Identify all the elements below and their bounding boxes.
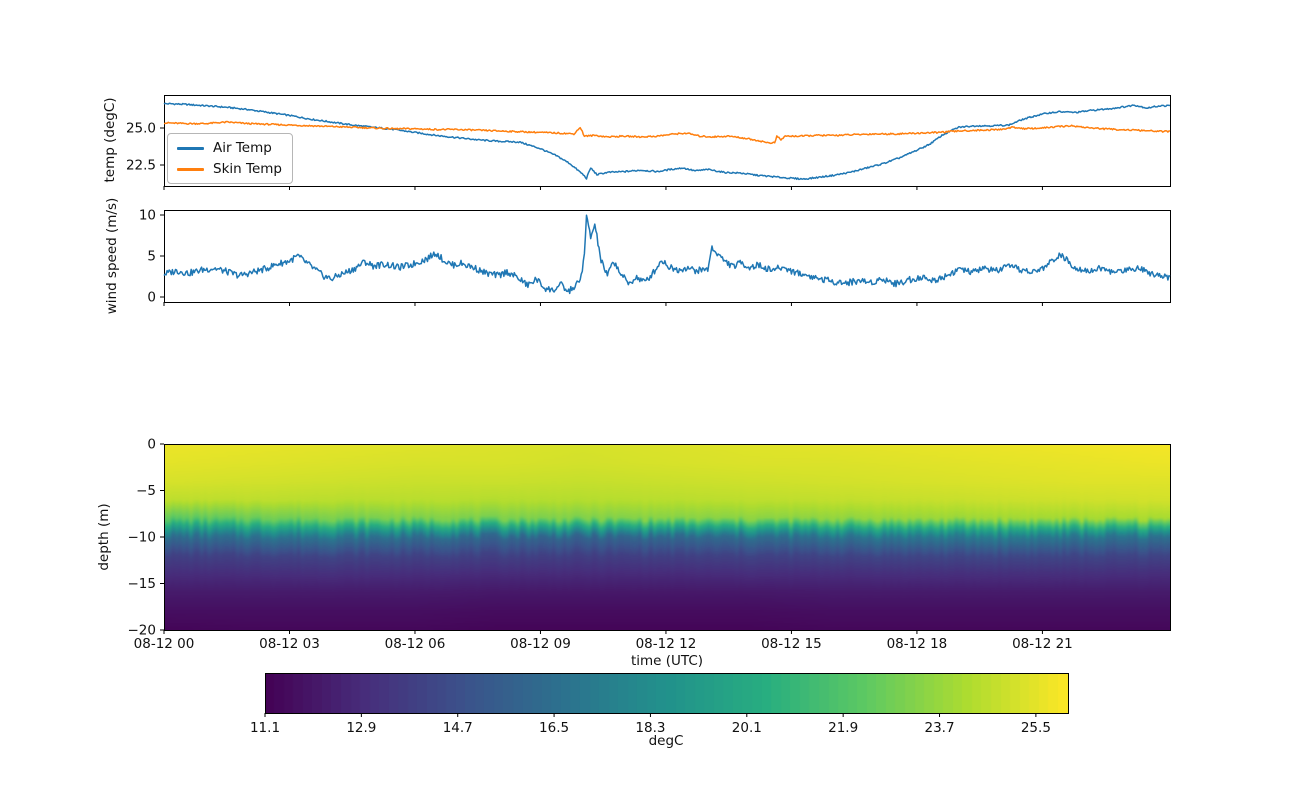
x-tick-label: 08-12 03: [259, 636, 320, 652]
legend: Air Temp Skin Temp: [167, 133, 293, 184]
y-tick-label: 10: [139, 208, 156, 224]
colorbar-tick-label: 11.1: [250, 720, 280, 736]
wind-axis-label: wind speed (m/s): [104, 197, 120, 315]
y-tick-label: −15: [128, 576, 157, 592]
legend-item-skin-temp: Skin Temp: [177, 161, 282, 177]
wind-speed-line: [163, 214, 1171, 295]
skin-temp-line: [164, 120, 1171, 145]
y-tick-label: 0: [147, 437, 156, 453]
x-tick-label: 08-12 09: [510, 636, 571, 652]
y-tick-label: −20: [128, 623, 157, 639]
temp-plot-frame: [164, 95, 1171, 187]
x-tick-label: 08-12 12: [636, 636, 697, 652]
figure: 08-12 00 08-12 03 08-12 06 08-12 09 08-12 12…: [0, 0, 1300, 800]
skin-temp-legend-line-icon: [177, 167, 204, 171]
air-temp-line: [163, 102, 1171, 181]
colorbar: [265, 673, 1068, 713]
legend-label-skin-temp: Skin Temp: [213, 161, 282, 177]
y-tick-label: 22.5: [126, 157, 156, 173]
x-tick-label: 08-12 21: [1012, 636, 1073, 652]
colorbar-tick-label: 16.5: [539, 720, 569, 736]
x-tick-label: 08-12 06: [385, 636, 446, 652]
colorbar-tick-label: 21.9: [828, 720, 858, 736]
y-tick-label: −10: [128, 530, 157, 546]
x-tick-label: 08-12 00: [134, 636, 195, 652]
colorbar-tick-label: 20.1: [732, 720, 762, 736]
x-tick-label: 08-12 15: [761, 636, 822, 652]
temp-axis-label: temp (degC): [102, 97, 118, 183]
time-axis-label: time (UTC): [630, 653, 704, 669]
air-temp-legend-line-icon: [177, 146, 204, 150]
colorbar-tick-label: 14.7: [443, 720, 473, 736]
wind-plot-frame: [164, 210, 1171, 303]
colorbar-tick-label: 23.7: [924, 720, 954, 736]
y-tick-label: −5: [136, 483, 156, 499]
depth-axis-label: depth (m): [96, 503, 112, 571]
colorbar-unit-label: degC: [648, 733, 684, 749]
y-tick-label: 5: [147, 249, 156, 265]
colorbar-tick-label: 12.9: [346, 720, 376, 736]
y-tick-label: 25.0: [126, 120, 156, 136]
legend-label-air-temp: Air Temp: [213, 140, 272, 156]
x-tick-label: 08-12 18: [887, 636, 948, 652]
colorbar-tick-label: 25.5: [1021, 720, 1051, 736]
y-tick-label: 0: [147, 289, 156, 305]
legend-item-air-temp: Air Temp: [177, 140, 282, 156]
depth-temperature-heatmap: [164, 444, 1170, 630]
